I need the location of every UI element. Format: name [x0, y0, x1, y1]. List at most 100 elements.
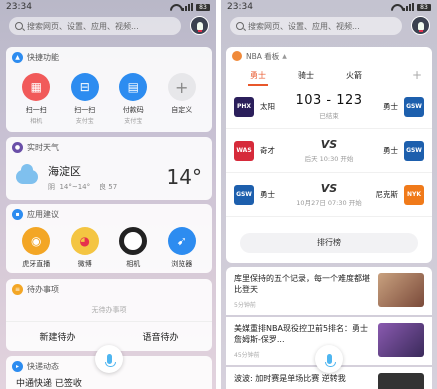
voice-assistant-button[interactable]	[95, 345, 123, 373]
search-placeholder: 搜索网页、设置、应用、视频...	[248, 21, 360, 31]
voice-assistant-button[interactable]	[315, 345, 343, 373]
app-suggestions-icon: ▪	[12, 208, 23, 220]
quick-functions-icon: ▲	[12, 51, 23, 63]
quick-item-scan-camera[interactable]: ▦ 扫一扫 相机	[16, 73, 56, 125]
news-thumbnail	[378, 273, 424, 307]
microphone-icon	[324, 354, 336, 367]
home-team: 太阳	[260, 102, 275, 111]
new-todo-button[interactable]: 新建待办	[6, 322, 109, 351]
news-time: 45分钟前	[234, 352, 260, 359]
rankings-button[interactable]: 排行榜	[240, 233, 418, 253]
browser-icon: ➹	[167, 227, 196, 255]
todo-icon: ≡	[12, 283, 23, 295]
game-status: 后天 10:30 开始	[304, 155, 354, 163]
right-screen: 23:34 83 搜索网页、设置、应用、视频... NBA 看板 ▲ 勇士 骑士…	[221, 0, 437, 389]
app-suggestions-card: ▪ 应用建议 ◉ 虎牙直播 ◕ 微博 相机 ➹ 浏览器	[6, 204, 212, 273]
card-title: NBA 看板	[246, 51, 280, 61]
tab-rockets[interactable]: 火箭	[330, 70, 378, 81]
caret-up-icon[interactable]: ▲	[282, 53, 287, 60]
warriors-logo-icon: GSW	[404, 140, 424, 161]
game-status: 已结束	[319, 112, 339, 120]
quick-item-scan-alipay[interactable]: ⊟ 扫一扫 支付宝	[65, 73, 105, 125]
search-placeholder: 搜索网页、设置、应用、视频...	[27, 21, 139, 31]
home-team: 奇才	[260, 146, 275, 155]
news-time: 5分钟前	[234, 302, 256, 309]
search-icon	[236, 22, 244, 30]
add-team-icon[interactable]: +	[412, 68, 422, 82]
warriors-logo-icon: GSW	[404, 96, 424, 117]
game-vs: VS	[320, 138, 338, 151]
card-title: 快捷功能	[27, 52, 59, 62]
game-row[interactable]: GSW 勇士 VS 10月27日 07:30 开始 尼克斯 NYK	[226, 173, 432, 217]
camera-icon	[119, 227, 148, 255]
card-title: 应用建议	[27, 209, 59, 219]
knicks-logo-icon: NYK	[404, 184, 424, 205]
away-team: 勇士	[383, 102, 398, 111]
wifi-icon	[170, 4, 179, 11]
game-status: 10月27日 07:30 开始	[296, 199, 362, 207]
wizards-logo-icon: WAS	[234, 140, 254, 161]
news-thumbnail	[378, 323, 424, 357]
quick-item-customize[interactable]: + 自定义	[162, 73, 202, 125]
game-score: 103 - 123	[295, 93, 363, 108]
search-bar[interactable]: 搜索网页、设置、应用、视频...	[9, 17, 181, 35]
todo-card: ≡ 待办事项 无待办事项 新建待办 语音待办	[6, 279, 212, 351]
battery-icon: 83	[417, 3, 431, 11]
delivery-icon: ▸	[12, 360, 23, 372]
search-icon	[15, 22, 23, 30]
game-row[interactable]: WAS 奇才 VS 后天 10:30 开始 勇士 GSW	[226, 129, 432, 173]
signal-icon	[182, 3, 193, 11]
away-team: 尼克斯	[375, 190, 399, 199]
weather-detail: 阴 14°~14° 良 57	[48, 182, 118, 191]
suns-logo-icon: PHX	[234, 96, 254, 117]
scan-icon: ▦	[22, 73, 51, 101]
card-title: 快递动态	[27, 361, 59, 371]
delivery-text: 中通快递 已签收	[16, 379, 82, 389]
status-bar: 23:34 83	[221, 0, 437, 14]
app-camera[interactable]: 相机	[113, 227, 153, 269]
news-title: 库里保持的五个记录，每一个难度都堪比登天	[234, 274, 370, 294]
weather-card-icon: ●	[12, 141, 23, 153]
weather-temp: 14°	[166, 165, 202, 189]
voice-todo-button[interactable]: 语音待办	[109, 322, 212, 351]
news-thumbnail	[378, 373, 424, 389]
cloud-icon	[16, 164, 38, 184]
game-vs: VS	[320, 182, 338, 195]
plus-icon: +	[167, 73, 196, 101]
weibo-icon: ◕	[70, 227, 99, 255]
news-title: 波波: 加时赛是单场比赛 逆转我	[234, 374, 346, 383]
team-tabs: 勇士 骑士 火箭 +	[226, 65, 432, 86]
warriors-logo-icon: GSW	[234, 184, 254, 205]
status-time: 23:34	[6, 2, 32, 12]
tab-cavaliers[interactable]: 骑士	[282, 70, 330, 81]
card-title: 实时天气	[27, 142, 59, 152]
card-title: 待办事项	[27, 284, 59, 294]
search-bar[interactable]: 搜索网页、设置、应用、视频...	[230, 17, 402, 35]
news-title: 美媒重排NBA现役控卫前5排名：勇士詹姆斯-保罗...	[234, 324, 369, 344]
pay-code-icon: ▤	[119, 73, 148, 101]
weather-card[interactable]: ● 实时天气 海淀区 阴 14°~14° 良 57 14°	[6, 137, 212, 200]
news-item[interactable]: 库里保持的五个记录，每一个难度都堪比登天 5分钟前	[226, 267, 432, 315]
app-huya[interactable]: ◉ 虎牙直播	[16, 227, 56, 269]
alipay-scan-icon: ⊟	[70, 73, 99, 101]
signal-icon	[403, 3, 414, 11]
left-screen: 23:34 83 搜索网页、设置、应用、视频... ▲ 快捷功能 ▦ 扫一扫 相…	[0, 0, 216, 389]
avatar[interactable]	[190, 16, 209, 35]
app-browser[interactable]: ➹ 浏览器	[162, 227, 202, 269]
quick-item-pay-code[interactable]: ▤ 付款码 支付宝	[113, 73, 153, 125]
app-weibo[interactable]: ◕ 微博	[65, 227, 105, 269]
status-time: 23:34	[227, 2, 253, 12]
nba-logo-icon	[232, 51, 242, 61]
wifi-icon	[391, 4, 400, 11]
huya-icon: ◉	[22, 227, 51, 255]
quick-functions-card: ▲ 快捷功能 ▦ 扫一扫 相机 ⊟ 扫一扫 支付宝 ▤ 付款码 支付宝 + 自定…	[6, 47, 212, 132]
todo-empty-text: 无待办事项	[91, 306, 127, 314]
battery-icon: 83	[196, 3, 210, 11]
home-team: 勇士	[260, 190, 275, 199]
tab-warriors[interactable]: 勇士	[234, 70, 282, 86]
weather-city: 海淀区	[48, 164, 81, 178]
avatar[interactable]	[411, 16, 430, 35]
away-team: 勇士	[383, 146, 398, 155]
nba-board-card: NBA 看板 ▲ 勇士 骑士 火箭 + PHX 太阳 103 - 123 已结束…	[226, 47, 432, 263]
game-row[interactable]: PHX 太阳 103 - 123 已结束 勇士 GSW	[226, 85, 432, 129]
